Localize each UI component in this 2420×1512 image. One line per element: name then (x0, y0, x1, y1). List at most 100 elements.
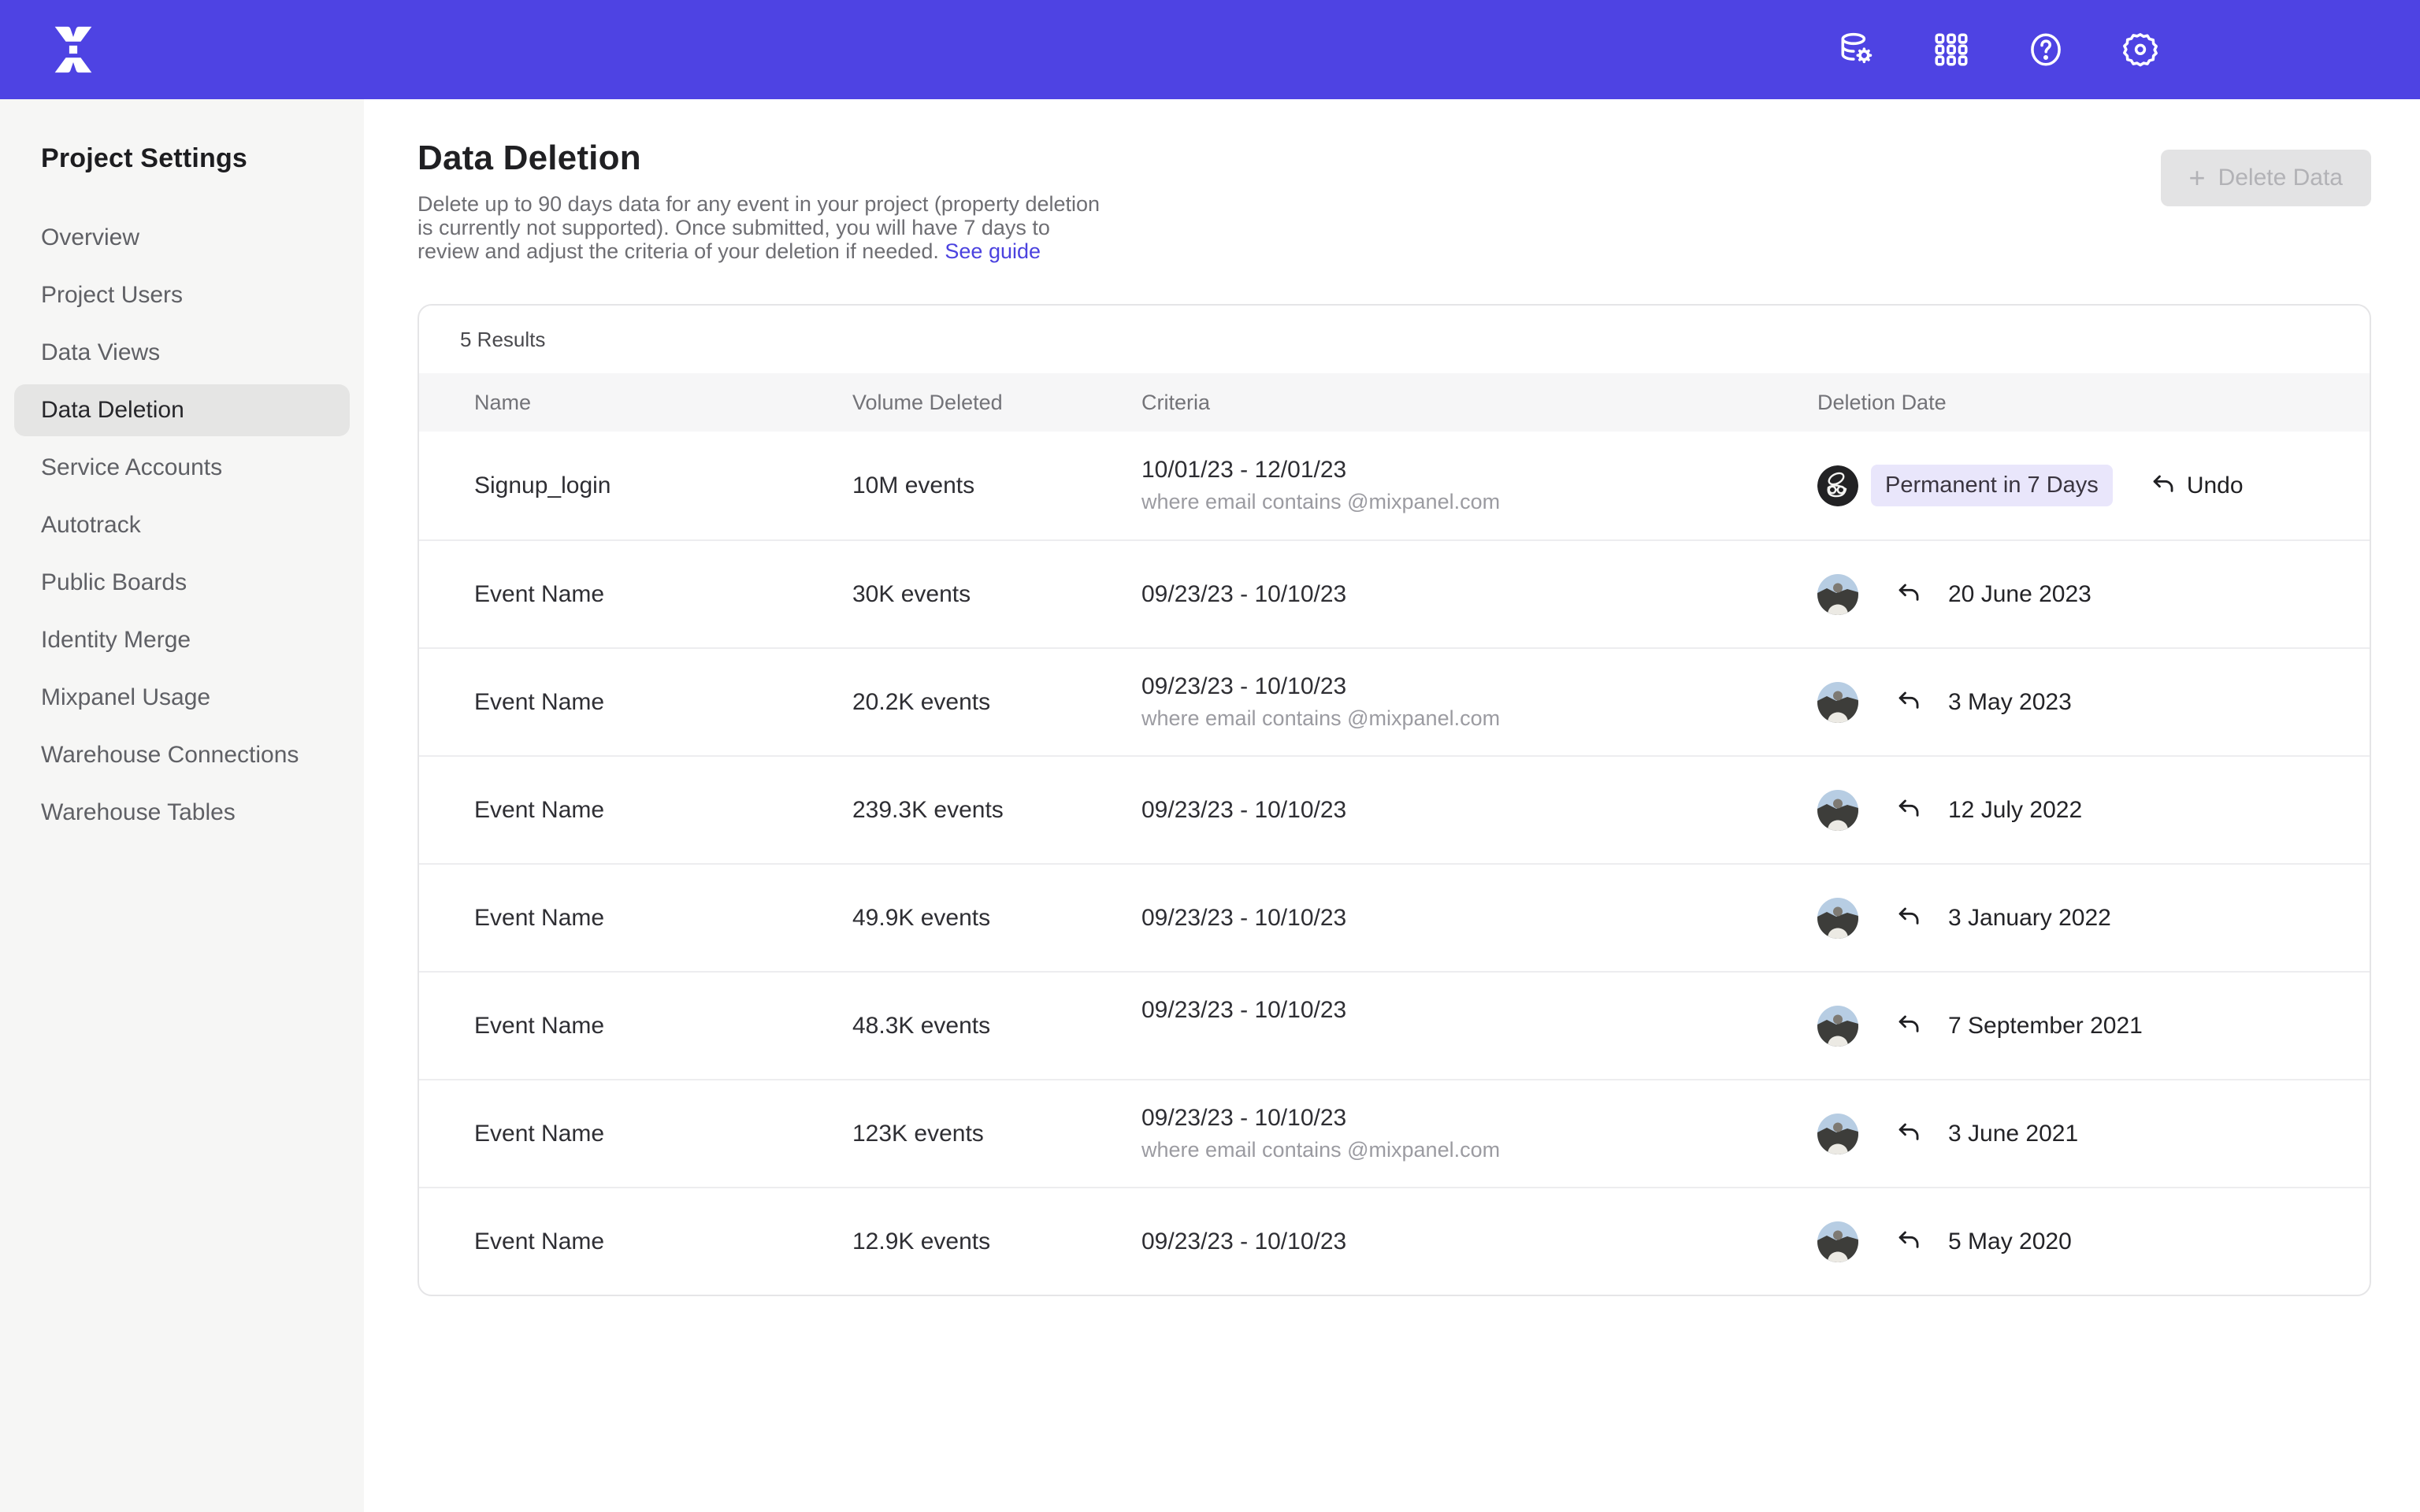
sidebar-item-overview[interactable]: Overview (14, 212, 350, 264)
sidebar-item-label: Mixpanel Usage (41, 684, 210, 711)
page-title: Data Deletion (418, 139, 2371, 178)
cell-volume-deleted: 48.3K events (852, 1013, 1141, 1040)
user-avatar-photo (1817, 1221, 1858, 1262)
column-header-deletion-date: Deletion Date (1817, 391, 2370, 415)
undo-button[interactable] (1895, 689, 1932, 716)
sidebar-title: Project Settings (0, 143, 364, 174)
deletion-date-text: 3 January 2022 (1948, 905, 2111, 932)
cell-criteria: 09/23/23 - 10/10/23 where email contains… (1141, 673, 1817, 731)
sidebar-item-warehouse-connections[interactable]: Warehouse Connections (14, 729, 350, 781)
table-row: Event Name 239.3K events 09/23/23 - 10/1… (419, 755, 2370, 863)
table-body: Signup_login 10M events 10/01/23 - 12/01… (419, 432, 2370, 1295)
sidebar-item-label: Warehouse Tables (41, 799, 236, 826)
undo-icon (1895, 797, 1921, 824)
page-description: Delete up to 90 days data for any event … (418, 192, 1111, 263)
status-badge: Permanent in 7 Days (1871, 465, 2113, 506)
sidebar-item-mixpanel-usage[interactable]: Mixpanel Usage (14, 672, 350, 724)
delete-data-button-label: Delete Data (2218, 165, 2343, 191)
undo-button[interactable] (1895, 1121, 1932, 1147)
cell-event-name: Event Name (474, 689, 852, 716)
sidebar-item-service-accounts[interactable]: Service Accounts (14, 442, 350, 494)
cell-volume-deleted: 20.2K events (852, 689, 1141, 716)
table-row: Event Name 20.2K events 09/23/23 - 10/10… (419, 647, 2370, 755)
cell-criteria: 09/23/23 - 10/10/23 where email contains… (1141, 1105, 1817, 1162)
column-header-name: Name (474, 391, 852, 415)
criteria-filter-text: where email contains @mixpanel.com (1141, 1138, 1817, 1162)
user-avatar-photo (1817, 898, 1858, 939)
deletion-date-text: 12 July 2022 (1948, 797, 2082, 824)
table-row: Event Name 123K events 09/23/23 - 10/10/… (419, 1079, 2370, 1187)
criteria-date-range: 09/23/23 - 10/10/23 (1141, 905, 1817, 932)
sidebar-item-label: Autotrack (41, 512, 141, 539)
table-row: Event Name 48.3K events 09/23/23 - 10/10… (419, 971, 2370, 1079)
cell-criteria: 09/23/23 - 10/10/23 (1141, 581, 1817, 608)
cell-deletion-date: 12 July 2022 (1817, 790, 2370, 831)
plus-icon: + (2189, 164, 2206, 192)
settings-gear-icon[interactable] (2121, 30, 2160, 69)
sidebar-item-data-views[interactable]: Data Views (14, 327, 350, 379)
cell-event-name: Event Name (474, 797, 852, 824)
table-row: Event Name 12.9K events 09/23/23 - 10/10… (419, 1187, 2370, 1295)
deletion-date-text: 5 May 2020 (1948, 1228, 2072, 1255)
deletion-date-text: 20 June 2023 (1948, 581, 2092, 608)
sidebar-item-warehouse-tables[interactable]: Warehouse Tables (14, 787, 350, 839)
mixpanel-logo-icon[interactable] (46, 22, 101, 77)
cell-deletion-date: 20 June 2023 (1817, 574, 2370, 615)
undo-icon (1895, 905, 1921, 932)
cell-volume-deleted: 123K events (852, 1121, 1141, 1147)
sidebar-item-identity-merge[interactable]: Identity Merge (14, 614, 350, 666)
results-count: 5 Results (419, 306, 2370, 373)
sidebar-item-public-boards[interactable]: Public Boards (14, 557, 350, 609)
sidebar-item-label: Warehouse Connections (41, 742, 299, 769)
undo-button[interactable] (1895, 581, 1932, 608)
cell-criteria: 09/23/23 - 10/10/23 (1141, 905, 1817, 932)
cell-deletion-date: Permanent in 7 Days Undo (1817, 465, 2370, 506)
undo-button[interactable] (1895, 905, 1932, 932)
undo-icon (1895, 1228, 1921, 1255)
user-avatar-photo (1817, 1114, 1858, 1154)
criteria-date-range: 09/23/23 - 10/10/23 (1141, 581, 1817, 608)
undo-button[interactable]: Undo (2149, 472, 2244, 499)
cell-criteria: 10/01/23 - 12/01/23 where email contains… (1141, 457, 1817, 514)
undo-icon (1895, 689, 1921, 716)
top-navigation-bar (0, 0, 2420, 99)
cell-deletion-date: 3 June 2021 (1817, 1114, 2370, 1154)
cell-criteria: 09/23/23 - 10/10/23 (1141, 797, 1817, 824)
user-avatar-photo (1817, 1006, 1858, 1047)
undo-button[interactable] (1895, 1013, 1932, 1040)
deletion-date-text: 7 September 2021 (1948, 1013, 2143, 1040)
cell-criteria: 09/23/23 - 10/10/23 (1141, 1228, 1817, 1255)
sidebar-item-project-users[interactable]: Project Users (14, 269, 350, 321)
undo-button[interactable] (1895, 1228, 1932, 1255)
table-row: Event Name 49.9K events 09/23/23 - 10/10… (419, 863, 2370, 971)
see-guide-link[interactable]: See guide (945, 239, 1041, 263)
cell-criteria: 09/23/23 - 10/10/23 (1141, 997, 1817, 1054)
criteria-filter-text (1141, 1030, 1817, 1054)
help-icon[interactable] (2026, 30, 2066, 69)
criteria-date-range: 09/23/23 - 10/10/23 (1141, 797, 1817, 824)
criteria-filter-text: where email contains @mixpanel.com (1141, 706, 1817, 731)
cell-deletion-date: 3 January 2022 (1817, 898, 2370, 939)
table-row: Signup_login 10M events 10/01/23 - 12/01… (419, 432, 2370, 539)
deletion-requests-card: 5 Results Name Volume Deleted Criteria D… (418, 304, 2371, 1296)
apps-grid-icon[interactable] (1932, 30, 1971, 69)
data-management-icon[interactable] (1837, 30, 1876, 69)
criteria-date-range: 09/23/23 - 10/10/23 (1141, 1105, 1817, 1132)
delete-data-button[interactable]: + Delete Data (2161, 150, 2371, 206)
sidebar-item-label: Service Accounts (41, 454, 222, 481)
cell-volume-deleted: 30K events (852, 581, 1141, 608)
sidebar-item-data-deletion[interactable]: Data Deletion (14, 384, 350, 436)
criteria-filter-text: where email contains @mixpanel.com (1141, 490, 1817, 514)
sidebar-item-autotrack[interactable]: Autotrack (14, 499, 350, 551)
undo-icon (1895, 1121, 1921, 1147)
undo-button[interactable] (1895, 797, 1932, 824)
user-avatar-sketch (1817, 465, 1858, 506)
cell-volume-deleted: 10M events (852, 472, 1141, 499)
cell-deletion-date: 7 September 2021 (1817, 1006, 2370, 1047)
sidebar-item-label: Identity Merge (41, 627, 191, 654)
cell-event-name: Event Name (474, 581, 852, 608)
cell-event-name: Event Name (474, 1013, 852, 1040)
user-avatar-photo (1817, 574, 1858, 615)
undo-icon (2149, 472, 2176, 499)
sidebar-item-label: Data Views (41, 339, 160, 366)
